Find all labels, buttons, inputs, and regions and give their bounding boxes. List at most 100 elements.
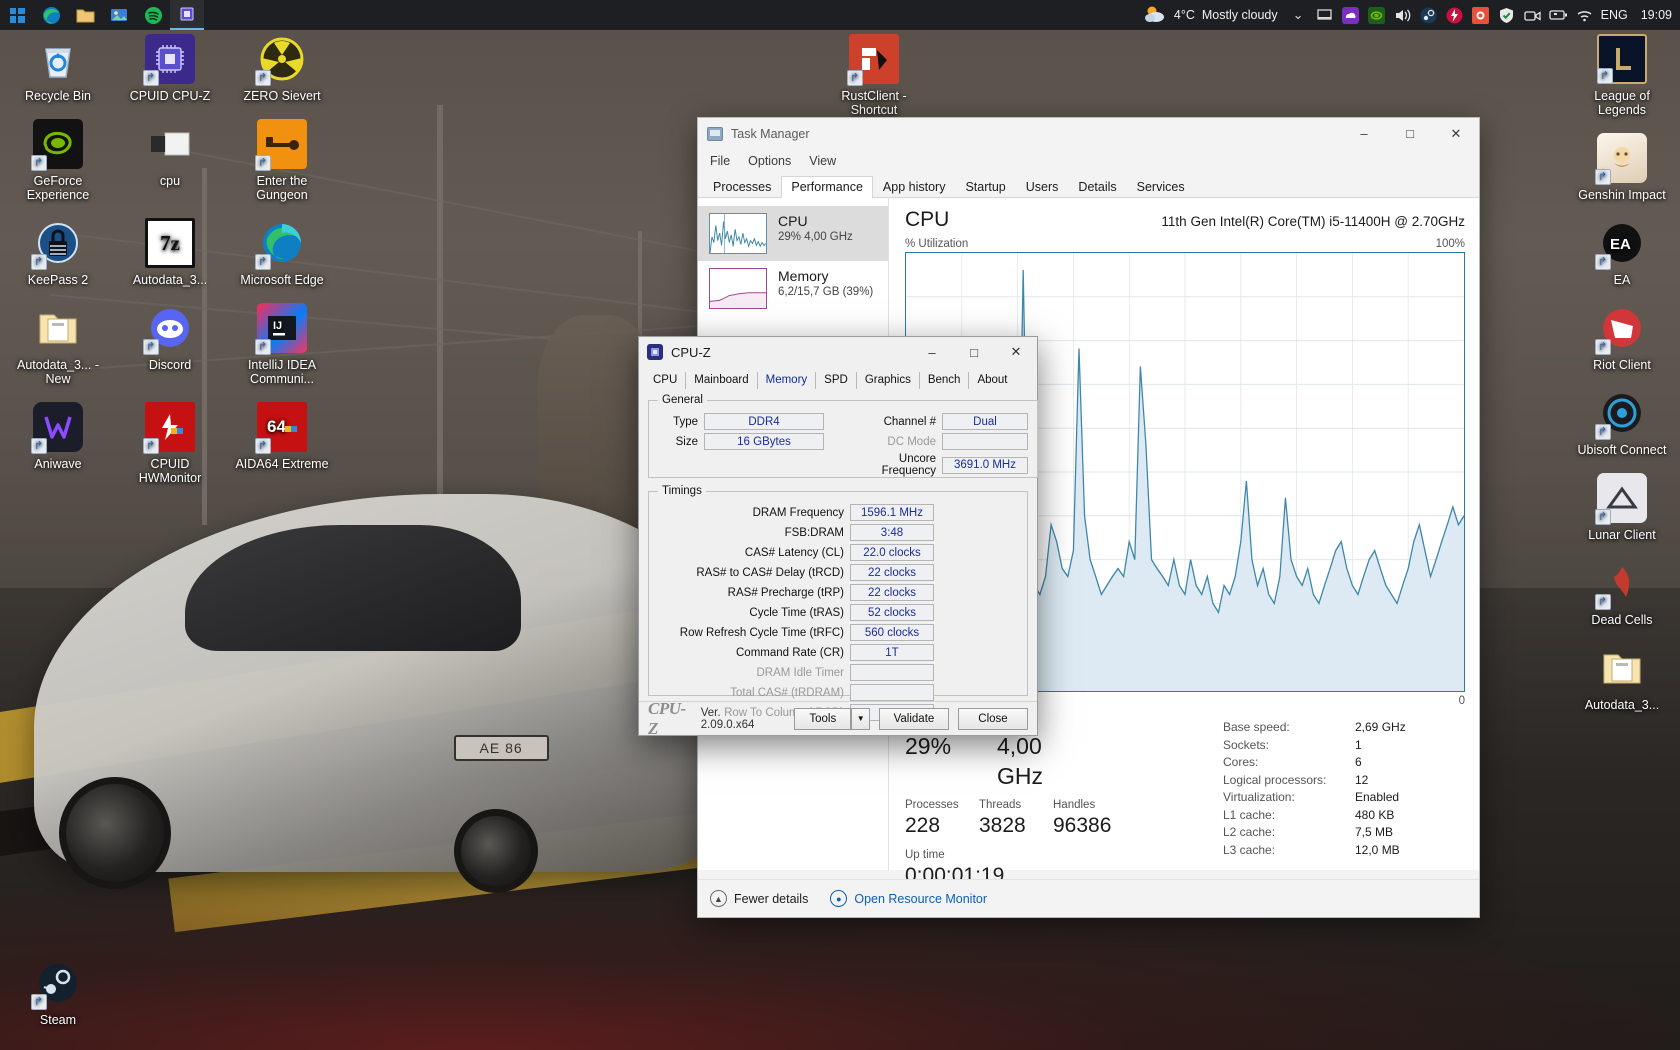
task-manager-title: Task Manager (731, 126, 810, 141)
tab-startup[interactable]: Startup (955, 176, 1015, 198)
spec-value: 12 (1355, 772, 1369, 787)
tools-button[interactable]: Tools (794, 707, 852, 730)
tab-bench[interactable]: Bench (920, 372, 970, 389)
battery-icon[interactable] (1548, 6, 1568, 25)
desktop-icon-autodata-folder[interactable]: Autodata_3... - New (6, 303, 110, 386)
stat-threads: Threads 3828 (979, 799, 1053, 841)
tab-performance[interactable]: Performance (781, 176, 873, 198)
tools-dropdown-button[interactable]: ▼ (851, 707, 870, 730)
onedrive-icon[interactable] (1341, 6, 1360, 25)
desktop-icon-dead-cells[interactable]: Dead Cells (1570, 558, 1674, 627)
desktop-icon-riot-client[interactable]: Riot Client (1570, 303, 1674, 372)
tab-app-history[interactable]: App history (873, 176, 956, 198)
desktop-icon-keepass-2[interactable]: KeePass 2 (6, 218, 110, 287)
desktop-icon-label: ZERO Sievert (243, 89, 321, 103)
desktop-icon-steam[interactable]: Steam (6, 958, 110, 1027)
desktop-icon-autodata-archive[interactable]: 7z Autodata_3... (118, 218, 222, 287)
tab-memory[interactable]: Memory (758, 372, 817, 389)
taskbar-spotify-button[interactable] (136, 0, 170, 30)
stat-label: Up time (905, 849, 945, 861)
desktop-icon-autodata-folder-right[interactable]: Autodata_3... (1570, 643, 1674, 712)
camera-icon[interactable] (1523, 6, 1542, 25)
aida64-icon[interactable] (1471, 6, 1490, 25)
menu-file[interactable]: File (710, 154, 730, 168)
tab-services[interactable]: Services (1127, 176, 1195, 198)
minimize-button[interactable]: – (1341, 118, 1387, 149)
start-button[interactable] (0, 0, 34, 30)
taskbar-weather-widget[interactable]: 4°C Mostly cloudy (1139, 4, 1282, 27)
desktop-icon-label: CPUID CPU-Z (129, 89, 211, 103)
tab-spd[interactable]: SPD (816, 372, 857, 389)
shortcut-overlay-icon (847, 70, 863, 86)
resource-item-memory[interactable]: Memory 6,2/15,7 GB (39%) (698, 261, 888, 316)
cpuz-row-cas-latency: CAS# Latency (CL) 22.0 clocks (658, 544, 1018, 561)
wallpaper-car-wheel (58, 777, 171, 889)
taskbar-file-explorer-button[interactable] (68, 0, 102, 30)
chevron-up-icon[interactable]: ⌄ (1289, 6, 1308, 25)
desktop-icon-discord[interactable]: Discord (118, 303, 222, 386)
desktop-icon-label: Aniwave (34, 457, 82, 471)
desktop-icon-ea[interactable]: EA EA (1570, 218, 1674, 287)
desktop-icon-cpu[interactable]: cpu (118, 119, 222, 202)
desktop-icon-label: Dead Cells (1591, 613, 1653, 627)
desktop-icon-rustclient-shortcut[interactable]: RustClient - Shortcut (822, 34, 926, 117)
language-indicator[interactable]: ENG (1601, 6, 1628, 25)
maximize-button[interactable]: □ (953, 337, 995, 367)
wallpaper-pole (436, 105, 443, 546)
stat-handles: Handles 96386 (1053, 799, 1127, 841)
tab-users[interactable]: Users (1016, 176, 1069, 198)
desktop-icon-enter-the-gungeon[interactable]: Enter the Gungeon (230, 119, 334, 202)
taskbar-clock[interactable]: 19:09 (1635, 8, 1672, 22)
shortcut-overlay-icon (1595, 424, 1611, 440)
tab-processes[interactable]: Processes (703, 176, 781, 198)
minimize-button[interactable]: – (911, 337, 953, 367)
shortcut-overlay-icon (143, 438, 159, 454)
tab-details[interactable]: Details (1068, 176, 1126, 198)
steam-icon[interactable] (1419, 6, 1438, 25)
desktop-icon-label: Autodata_3... (132, 273, 208, 287)
wifi-icon[interactable] (1575, 6, 1594, 25)
stat-value: 228 (905, 814, 941, 837)
open-resource-monitor-link[interactable]: ● Open Resource Monitor (830, 890, 987, 907)
close-button-footer[interactable]: Close (957, 707, 1028, 730)
desktop-icon-ubisoft-connect[interactable]: Ubisoft Connect (1570, 388, 1674, 457)
shortcut-overlay-icon (255, 70, 271, 86)
desktop-icon-genshin-impact[interactable]: Genshin Impact (1570, 133, 1674, 202)
stat-value: 96386 (1053, 814, 1112, 837)
desktop-icon-geforce-experience[interactable]: GeForce Experience (6, 119, 110, 202)
desktop-icon-recycle-bin[interactable]: Recycle Bin (6, 34, 110, 103)
close-button[interactable]: ✕ (1433, 118, 1479, 149)
discord-icon (143, 303, 195, 355)
shortcut-overlay-icon (255, 438, 271, 454)
display-icon[interactable] (1315, 6, 1334, 25)
tab-graphics[interactable]: Graphics (857, 372, 920, 389)
tab-about[interactable]: About (969, 372, 1015, 389)
nvidia-icon[interactable] (1367, 6, 1386, 25)
desktop-icon-league-of-legends[interactable]: League of Legends (1570, 34, 1674, 117)
tab-cpu[interactable]: CPU (645, 372, 687, 389)
cpuz-memory-tab-content: General Type DDR4 Size 16 GBytes Channel… (639, 389, 1038, 721)
fewer-details-button[interactable]: ▲ Fewer details (710, 890, 808, 907)
desktop-icon-aida64-extreme[interactable]: 64 AIDA64 Extreme (230, 402, 334, 485)
taskbar-edge-button[interactable] (34, 0, 68, 30)
desktop-icon-lunar-client[interactable]: Lunar Client (1570, 473, 1674, 542)
menu-view[interactable]: View (809, 154, 836, 168)
desktop-icon-aniwave[interactable]: Aniwave (6, 402, 110, 485)
maximize-button[interactable]: □ (1387, 118, 1433, 149)
desktop-icon-intellij-idea[interactable]: IJ IntelliJ IDEA Communi... (230, 303, 334, 386)
volume-icon[interactable] (1393, 6, 1412, 25)
cpuz-label: DRAM Frequency (752, 506, 844, 519)
hwmonitor-icon[interactable] (1445, 6, 1464, 25)
menu-options[interactable]: Options (748, 154, 791, 168)
close-button[interactable]: ✕ (995, 337, 1037, 367)
desktop-icon-zero-sievert[interactable]: ZERO Sievert (230, 34, 334, 103)
resource-item-cpu[interactable]: CPU 29% 4,00 GHz (698, 206, 888, 261)
tab-mainboard[interactable]: Mainboard (686, 372, 758, 389)
validate-button[interactable]: Validate (878, 707, 949, 730)
desktop-icon-cpuid-hwmonitor[interactable]: CPUID HWMonitor (118, 402, 222, 485)
taskbar-cpuz-button[interactable] (170, 0, 204, 30)
desktop-icon-cpuid-cpu-z[interactable]: CPUID CPU-Z (118, 34, 222, 103)
desktop-icon-microsoft-edge[interactable]: Microsoft Edge (230, 218, 334, 287)
defender-icon[interactable] (1497, 6, 1516, 25)
taskbar-photos-button[interactable] (102, 0, 136, 30)
